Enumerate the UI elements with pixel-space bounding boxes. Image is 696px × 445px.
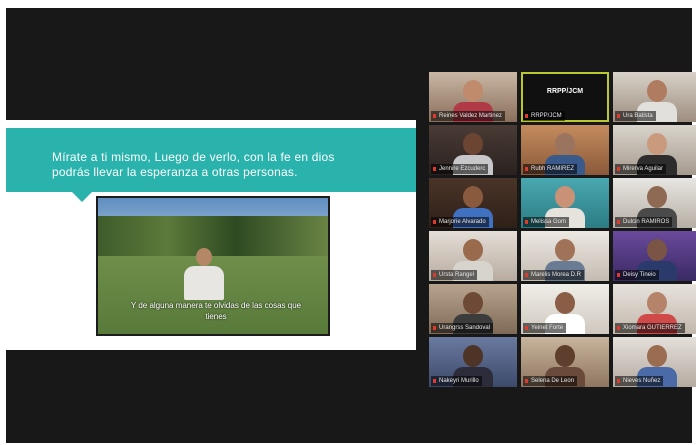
participant-tile[interactable]: Nieves Nuñez xyxy=(613,337,696,387)
slide-banner: Mírate a ti mismo, Luego de verlo, con l… xyxy=(6,128,416,192)
meeting-stage: Mírate a ti mismo, Luego de verlo, con l… xyxy=(6,8,696,443)
participant-tile[interactable]: Ura Batista xyxy=(613,72,696,122)
participant-name: Marelis Morea D.R xyxy=(523,270,585,280)
participant-name: Marjorie Alvarado xyxy=(431,217,489,227)
participant-name: Nakeyri Murillo xyxy=(431,376,482,386)
participant-name: Nieves Nuñez xyxy=(615,376,664,386)
participant-tile[interactable]: Yeinet Forte xyxy=(521,284,609,334)
participant-tile[interactable]: Rubh RAMIREZ xyxy=(521,125,609,175)
participant-tile[interactable]: Mirerva Aguilar xyxy=(613,125,696,175)
video-subtitle: Y de alguna manera te olvidas de las cos… xyxy=(130,301,302,321)
participant-name: Urangrss Sandoval xyxy=(431,323,494,333)
participant-tile[interactable]: Urangrss Sandoval xyxy=(429,284,517,334)
slide-video[interactable]: Y de alguna manera te olvidas de las cos… xyxy=(96,196,330,336)
participant-tile[interactable]: Reines Valdez Martinez xyxy=(429,72,517,122)
participant-name: Yeinet Forte xyxy=(523,323,567,333)
participant-name: Deisy Tineio xyxy=(615,270,659,280)
slide-banner-text: Mírate a ti mismo, Luego de verlo, con l… xyxy=(52,150,335,179)
participant-tile[interactable]: Selena De Leon xyxy=(521,337,609,387)
participant-tile[interactable]: Dulcin RAMIROS xyxy=(613,178,696,228)
participant-tile[interactable]: Jennire Ezcuderc xyxy=(429,125,517,175)
participant-name: Selena De Leon xyxy=(523,376,578,386)
shared-screen-slide: Mírate a ti mismo, Luego de verlo, con l… xyxy=(6,120,416,350)
participant-tile[interactable]: Ursta Rangel xyxy=(429,231,517,281)
participant-tile[interactable]: Nakeyri Murillo xyxy=(429,337,517,387)
participant-name: Ursta Rangel xyxy=(431,270,478,280)
participant-tile[interactable]: Deisy Tineio xyxy=(613,231,696,281)
video-person-head xyxy=(196,248,212,266)
participant-tile-active[interactable]: RRPP/JCM RRPP/JCM xyxy=(521,72,609,122)
participant-tile[interactable]: Xiomara GUTIERREZ xyxy=(613,284,696,334)
participant-name: Rubh RAMIREZ xyxy=(523,164,578,174)
participant-tile[interactable]: Marjorie Alvarado xyxy=(429,178,517,228)
participant-name: Xiomara GUTIERREZ xyxy=(615,323,685,333)
participant-name: Ura Batista xyxy=(615,111,656,121)
video-trees xyxy=(98,216,328,258)
participant-name: Mirerva Aguilar xyxy=(615,164,667,174)
participant-gallery: Reines Valdez Martinez RRPP/JCM RRPP/JCM… xyxy=(429,72,696,387)
participant-name: RRPP/JCM xyxy=(523,111,565,121)
participant-name: Dulcin RAMIROS xyxy=(615,217,673,227)
participant-name: Jennire Ezcuderc xyxy=(431,164,489,174)
participant-name: Melissa Gom xyxy=(523,217,570,227)
banner-notch xyxy=(70,190,94,202)
participant-initials: RRPP/JCM xyxy=(546,88,584,95)
participant-tile[interactable]: Melissa Gom xyxy=(521,178,609,228)
participant-tile[interactable]: Marelis Morea D.R xyxy=(521,231,609,281)
video-person-body xyxy=(184,266,224,300)
participant-name: Reines Valdez Martinez xyxy=(431,111,505,121)
